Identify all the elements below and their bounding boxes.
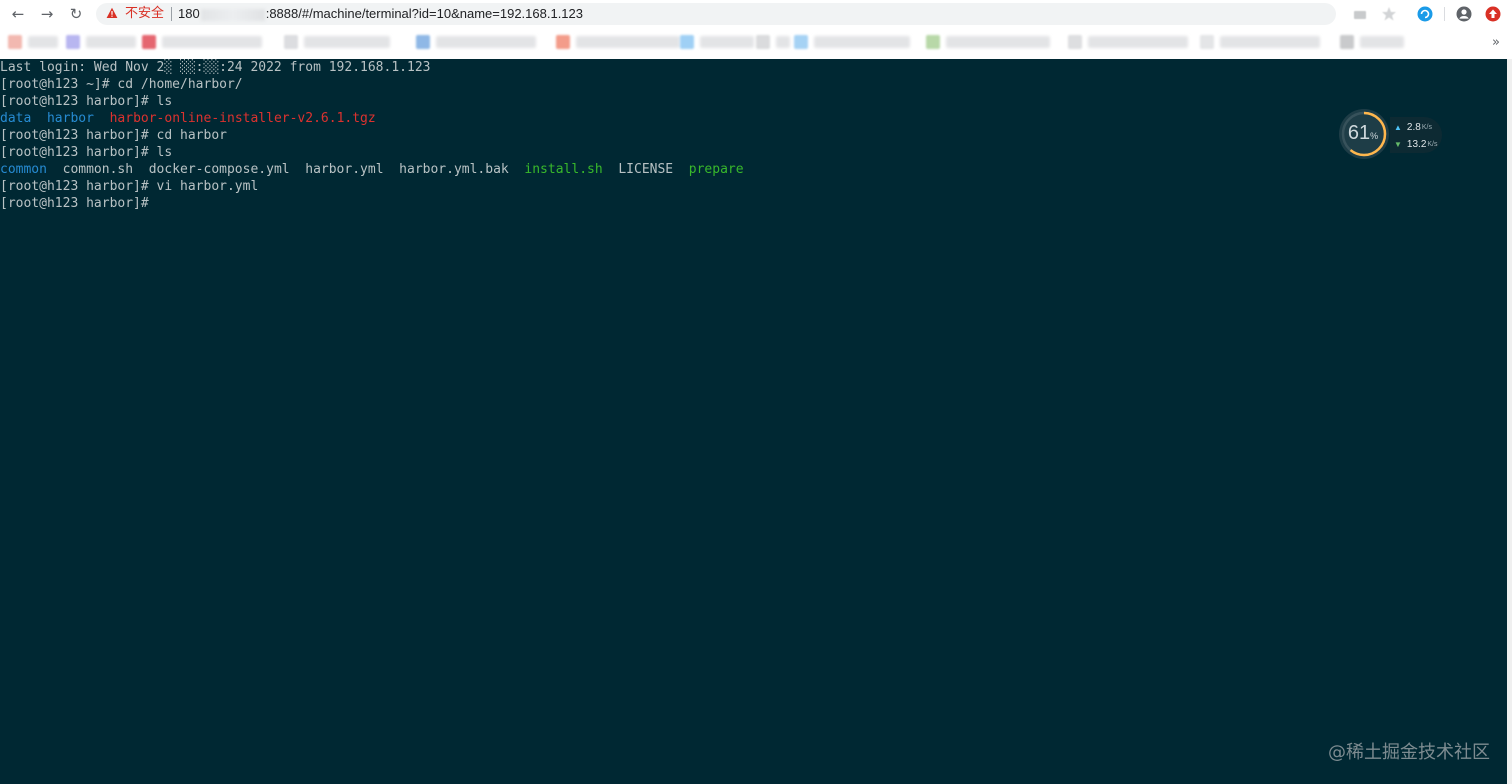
terminal-line: [root@h123 harbor]# bbox=[0, 195, 744, 212]
bookmark-item[interactable] bbox=[142, 34, 262, 50]
upload-speed-unit: K/s bbox=[1421, 123, 1432, 131]
page-scrollbar[interactable] bbox=[1507, 59, 1512, 784]
terminal-line: Last login: Wed Nov 2░ ░░:░░:24 2022 fro… bbox=[0, 59, 744, 76]
usage-percent-value: 61 bbox=[1347, 122, 1371, 144]
warning-icon bbox=[106, 7, 118, 18]
terminal-text: prepare bbox=[688, 162, 744, 177]
terminal-text: harbor-online-installer-v2.6.1.tgz bbox=[109, 111, 376, 126]
terminal-text: [root@h123 harbor]# bbox=[0, 196, 149, 211]
more-bookmarks-button[interactable]: » bbox=[1492, 35, 1500, 51]
terminal-text: common.sh docker-compose.yml harbor.yml … bbox=[46, 162, 525, 177]
upload-speed-value: 2.8 bbox=[1406, 121, 1421, 133]
address-bar[interactable]: 不安全 180 :8888/#/machine/terminal?id=10&na… bbox=[96, 3, 1336, 25]
bookmark-item[interactable] bbox=[794, 34, 910, 50]
upload-speed: ▲ 2.8 K/s bbox=[1394, 120, 1432, 134]
translate-extension-icon[interactable] bbox=[1416, 5, 1434, 23]
bookmark-item[interactable] bbox=[8, 34, 58, 50]
download-speed-unit: K/s bbox=[1427, 140, 1438, 148]
bookmarks-bar: » bbox=[0, 28, 1512, 58]
bookmark-item[interactable] bbox=[680, 34, 754, 50]
upload-arrow-icon: ▲ bbox=[1394, 122, 1402, 132]
url-text[interactable]: 180 :8888/#/machine/terminal?id=10&name=1… bbox=[178, 6, 583, 22]
terminal-text: [root@h123 harbor]# ls bbox=[0, 94, 173, 109]
terminal-line: common common.sh docker-compose.yml harb… bbox=[0, 161, 744, 178]
update-menu-icon[interactable] bbox=[1484, 5, 1502, 23]
terminal-text: [root@h123 harbor]# vi harbor.yml bbox=[0, 179, 259, 194]
bookmark-item[interactable] bbox=[66, 34, 136, 50]
bookmark-item[interactable] bbox=[1068, 34, 1188, 50]
bookmark-item[interactable] bbox=[284, 34, 390, 50]
address-separator bbox=[171, 7, 172, 21]
extension-icon[interactable] bbox=[1351, 5, 1369, 23]
terminal-text: install.sh bbox=[524, 162, 603, 177]
bookmark-item[interactable] bbox=[416, 34, 536, 50]
watermark: @稀土掘金技术社区 bbox=[1328, 742, 1490, 763]
forward-button[interactable]: → bbox=[38, 5, 56, 23]
terminal-text: Last login: Wed Nov 2░ ░░:░░:24 2022 fro… bbox=[0, 60, 431, 75]
url-prefix: 180 bbox=[178, 6, 200, 21]
bookmark-item[interactable] bbox=[756, 34, 790, 50]
terminal-line: [root@h123 harbor]# cd harbor bbox=[0, 127, 744, 144]
terminal[interactable]: Last login: Wed Nov 2░ ░░:░░:24 2022 fro… bbox=[0, 59, 1507, 784]
bookmark-item[interactable] bbox=[1200, 34, 1320, 50]
back-button[interactable]: ← bbox=[9, 5, 27, 23]
network-monitor-widget[interactable]: 61% ▲ 2.8 K/s ▼ 13.2 K/s bbox=[1338, 108, 1442, 160]
url-host-redacted bbox=[200, 8, 265, 21]
reload-button[interactable]: ↻ bbox=[67, 5, 85, 23]
terminal-text: [root@h123 ~]# cd /home/harbor/ bbox=[0, 77, 243, 92]
bookmark-item[interactable] bbox=[556, 34, 680, 50]
terminal-line: [root@h123 harbor]# ls bbox=[0, 93, 744, 110]
download-speed: ▼ 13.2 K/s bbox=[1394, 137, 1438, 151]
terminal-text: common bbox=[0, 162, 47, 177]
terminal-text: harbor bbox=[46, 111, 94, 126]
terminal-text: LICENSE bbox=[602, 162, 689, 177]
terminal-text: [root@h123 harbor]# ls bbox=[0, 145, 173, 160]
bookmark-item[interactable] bbox=[1340, 34, 1404, 50]
terminal-line: [root@h123 harbor]# vi harbor.yml bbox=[0, 178, 744, 195]
network-speeds: ▲ 2.8 K/s ▼ 13.2 K/s bbox=[1390, 117, 1442, 153]
terminal-line: data harbor harbor-online-installer-v2.6… bbox=[0, 110, 744, 127]
url-suffix: :8888/#/machine/terminal?id=10&name=192.… bbox=[265, 6, 583, 21]
download-arrow-icon: ▼ bbox=[1394, 139, 1402, 149]
bookmark-item[interactable] bbox=[926, 34, 1050, 50]
terminal-output: Last login: Wed Nov 2░ ░░:░░:24 2022 fro… bbox=[0, 59, 744, 212]
usage-percent: 61% bbox=[1338, 122, 1388, 147]
bookmark-star-icon[interactable] bbox=[1380, 5, 1398, 23]
download-speed-value: 13.2 bbox=[1406, 138, 1427, 150]
toolbar-divider bbox=[1444, 7, 1445, 21]
profile-icon[interactable] bbox=[1455, 5, 1473, 23]
usage-percent-unit: % bbox=[1370, 131, 1379, 141]
terminal-line: [root@h123 ~]# cd /home/harbor/ bbox=[0, 76, 744, 93]
terminal-text: [root@h123 harbor]# cd harbor bbox=[0, 128, 227, 143]
browser-toolbar: ← → ↻ 不安全 180 :8888/#/machine/terminal?id… bbox=[0, 0, 1512, 28]
not-secure-label[interactable]: 不安全 bbox=[125, 6, 164, 22]
terminal-line: [root@h123 harbor]# ls bbox=[0, 144, 744, 161]
terminal-text: data bbox=[0, 111, 32, 126]
